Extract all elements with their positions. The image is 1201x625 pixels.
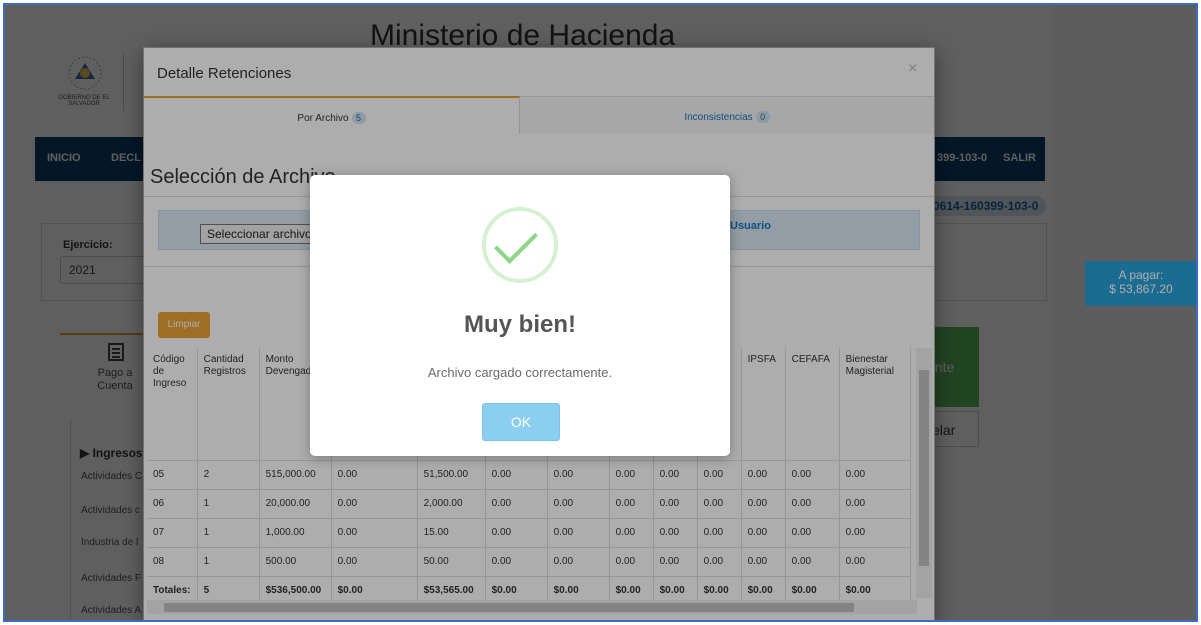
dialog-message: Archivo cargado correctamente. (427, 365, 613, 380)
success-dialog: Muy bien! Archivo cargado correctamente.… (310, 175, 730, 456)
success-check-icon (482, 207, 558, 283)
ok-button[interactable]: OK (482, 403, 560, 441)
browser-frame: Ministerio de Hacienda GOBIERNO DE EL SA… (3, 3, 1198, 622)
checkmark-icon (494, 220, 538, 264)
dialog-title: Muy bien! (464, 311, 576, 338)
